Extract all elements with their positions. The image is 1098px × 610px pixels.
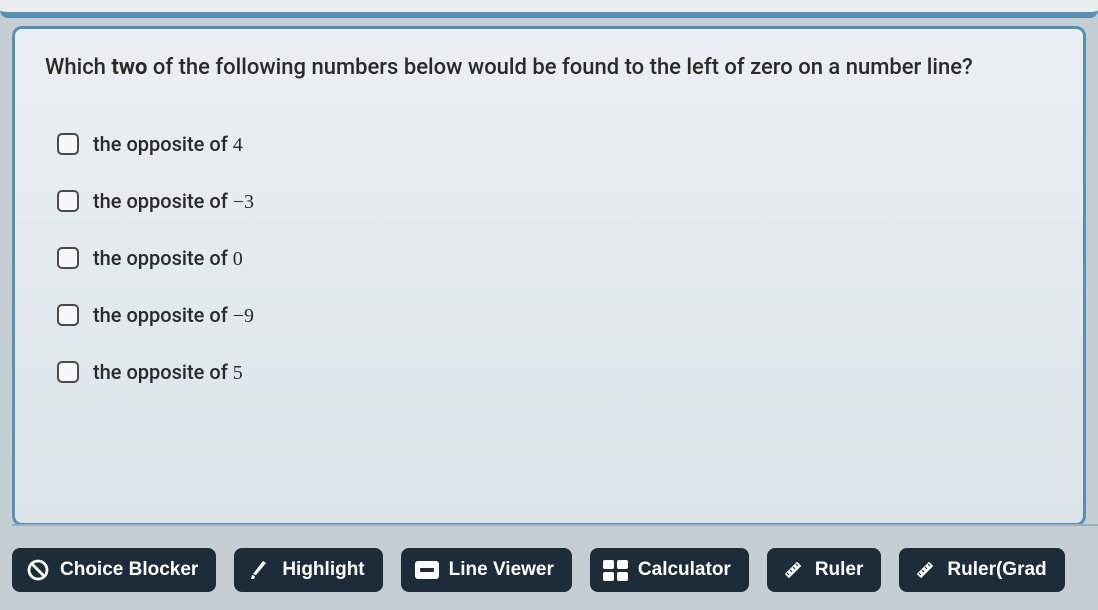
option-value: 4 xyxy=(233,134,243,156)
option-row[interactable]: the opposite of 4 xyxy=(57,132,1053,157)
option-row[interactable]: the opposite of 0 xyxy=(57,246,1053,271)
tool-label: Highlight xyxy=(282,559,364,581)
checkbox[interactable] xyxy=(57,247,79,269)
question-emphasis: two xyxy=(111,55,147,80)
tool-label: Line Viewer xyxy=(449,559,554,581)
question-text: Which two of the following numbers below… xyxy=(45,53,1053,84)
question-suffix: of the following numbers below would be … xyxy=(147,55,972,80)
option-value: −9 xyxy=(233,305,254,327)
option-label[interactable]: the opposite of 4 xyxy=(93,132,243,157)
option-row[interactable]: the opposite of 5 xyxy=(57,360,1053,385)
line-viewer-icon xyxy=(415,558,439,582)
checkbox[interactable] xyxy=(57,361,79,383)
option-label[interactable]: the opposite of 5 xyxy=(93,360,243,385)
tool-label: Choice Blocker xyxy=(60,559,198,581)
option-prefix: the opposite of xyxy=(93,360,233,384)
option-value: 5 xyxy=(233,362,243,384)
ruler-button[interactable]: Ruler xyxy=(767,548,882,592)
toolbar: Choice Blocker Highlight Line Viewer Cal… xyxy=(12,524,1098,592)
highlight-button[interactable]: Highlight xyxy=(234,548,382,592)
option-prefix: the opposite of xyxy=(93,246,233,270)
calculator-button[interactable]: Calculator xyxy=(590,548,749,592)
question-prefix: Which xyxy=(45,55,111,80)
checkbox[interactable] xyxy=(57,190,79,212)
option-prefix: the opposite of xyxy=(93,189,233,213)
option-label[interactable]: the opposite of −9 xyxy=(93,303,254,328)
tool-label: Ruler xyxy=(815,559,864,581)
line-viewer-button[interactable]: Line Viewer xyxy=(401,548,572,592)
option-value: −3 xyxy=(233,191,254,213)
checkbox[interactable] xyxy=(57,133,79,155)
tool-label: Ruler(Grad xyxy=(947,559,1046,581)
question-card: Which two of the following numbers below… xyxy=(12,26,1086,526)
previous-card-edge xyxy=(0,0,1098,18)
option-row[interactable]: the opposite of −9 xyxy=(57,303,1053,328)
calculator-icon xyxy=(604,558,628,582)
tool-label: Calculator xyxy=(638,559,731,581)
option-label[interactable]: the opposite of 0 xyxy=(93,246,243,271)
option-prefix: the opposite of xyxy=(93,132,233,156)
checkbox[interactable] xyxy=(57,304,79,326)
choice-blocker-button[interactable]: Choice Blocker xyxy=(12,548,216,592)
ruler-grad-button[interactable]: Ruler(Grad xyxy=(899,548,1064,592)
option-prefix: the opposite of xyxy=(93,303,233,327)
highlighter-icon xyxy=(248,558,272,582)
options-list: the opposite of 4 the opposite of −3 the… xyxy=(45,132,1053,385)
ruler-icon xyxy=(913,558,937,582)
ruler-icon xyxy=(781,558,805,582)
prohibit-icon xyxy=(26,558,50,582)
option-row[interactable]: the opposite of −3 xyxy=(57,189,1053,214)
option-label[interactable]: the opposite of −3 xyxy=(93,189,254,214)
option-value: 0 xyxy=(233,248,243,270)
